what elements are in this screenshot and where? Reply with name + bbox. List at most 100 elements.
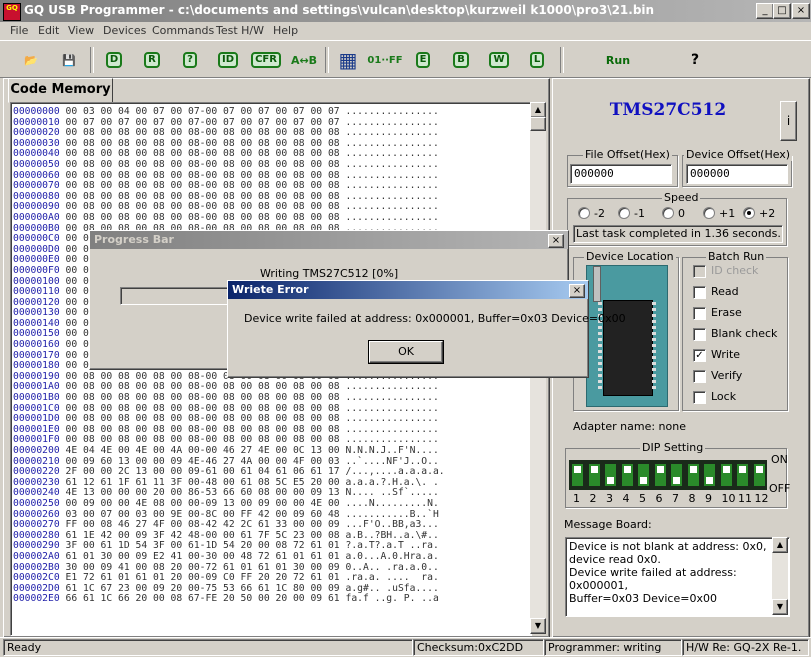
scroll-thumb[interactable] xyxy=(530,117,546,131)
blank-check-icon: ? xyxy=(183,52,197,68)
ab-button[interactable]: A↔B xyxy=(287,45,321,75)
speed-radio[interactable] xyxy=(618,207,630,219)
dip-switch[interactable] xyxy=(572,464,583,486)
hex-ascii: ................ xyxy=(345,434,439,446)
message-line: Buffer=0x03 Device=0x00 xyxy=(569,592,717,605)
hex-bytes: 00 08 00 08 00 08 00 08-00 08 00 08 00 0… xyxy=(65,180,340,192)
blank-button[interactable]: B xyxy=(444,45,478,75)
message-board[interactable]: Device is not blank at address: 0x0, devi… xyxy=(565,537,790,617)
speed-radio[interactable] xyxy=(743,207,755,219)
scroll-down-icon[interactable]: ▼ xyxy=(530,618,546,634)
hex-bytes: 00 08 00 08 00 08 00 08-00 08 00 08 00 0… xyxy=(65,137,340,149)
hex-address: 000001D0 xyxy=(13,413,60,425)
batch-label: Verify xyxy=(711,369,743,382)
hex-address: 00000280 xyxy=(13,529,60,541)
dip-switch[interactable] xyxy=(588,464,600,486)
device-button[interactable]: D xyxy=(97,45,131,75)
tab-code-memory[interactable]: Code Memory xyxy=(8,78,113,103)
fill-button[interactable]: 01··FF xyxy=(367,45,402,75)
hex-ascii: ................ xyxy=(345,381,439,393)
close-icon[interactable]: × xyxy=(548,234,564,248)
close-button[interactable]: × xyxy=(792,3,810,19)
speed-radio[interactable] xyxy=(662,207,674,219)
minimize-button[interactable]: _ xyxy=(756,3,774,19)
write-button[interactable]: W xyxy=(482,45,516,75)
dip-knob xyxy=(607,477,614,484)
menu-help[interactable]: Help xyxy=(273,24,298,37)
dip-switch[interactable] xyxy=(621,464,633,486)
dip-switch[interactable] xyxy=(737,464,748,486)
dip-switch[interactable] xyxy=(687,464,699,486)
info-button[interactable]: i xyxy=(780,101,797,141)
scroll-down-icon[interactable]: ▼ xyxy=(772,599,788,615)
run-button[interactable]: Run xyxy=(598,45,638,75)
batch-checkbox[interactable] xyxy=(693,265,706,278)
maximize-button[interactable]: □ xyxy=(773,3,791,19)
progress-text: Writing TMS27C512 [0%] xyxy=(260,267,399,280)
menu-test-hw[interactable]: Test H/W xyxy=(216,24,264,37)
blank-check-button[interactable]: ? xyxy=(173,45,207,75)
device-offset-input[interactable]: 000000 xyxy=(686,164,788,184)
batch-checkbox[interactable] xyxy=(693,328,706,341)
open-icon[interactable]: 📂 xyxy=(16,45,46,75)
menu-commands[interactable]: Commands xyxy=(152,24,214,37)
help-button[interactable]: ? xyxy=(680,45,710,75)
message-scrollbar[interactable]: ▲ ▼ xyxy=(772,537,788,615)
dip-switch[interactable] xyxy=(638,464,649,486)
dip-switch[interactable] xyxy=(671,464,682,486)
batch-checkbox[interactable] xyxy=(693,391,706,404)
batch-checkbox[interactable]: ✓ xyxy=(693,349,706,362)
hex-bytes: 4E 13 00 00 00 20 00 86-53 66 60 08 00 0… xyxy=(65,487,340,499)
hex-bytes: 00 08 00 08 00 08 00 08-00 08 00 08 00 0… xyxy=(65,201,340,213)
toolbar: 📂 💾 D R ? ID CFR A↔B ▦ 01··FF E B W L Ru… xyxy=(0,40,811,78)
save-icon[interactable]: 💾 xyxy=(54,45,84,75)
hex-ascii: ................ xyxy=(345,180,439,192)
hex-address: 00000140 xyxy=(13,317,60,329)
hex-bytes: 30 00 09 41 00 08 20 00-72 61 01 61 01 3… xyxy=(65,561,340,573)
error-dialog-titlebar: Wriete Error xyxy=(228,281,588,299)
dip-switch[interactable] xyxy=(704,464,715,486)
hex-ascii: ................ xyxy=(345,413,439,425)
close-icon[interactable]: × xyxy=(569,284,585,298)
batch-checkbox[interactable] xyxy=(693,307,706,320)
batch-checkbox[interactable] xyxy=(693,286,706,299)
hex-bytes: 61 1C 67 23 00 09 20 00-75 53 66 61 1C 8… xyxy=(65,582,340,594)
speed-radio[interactable] xyxy=(578,207,590,219)
ok-button[interactable]: OK xyxy=(368,340,444,364)
read-button[interactable]: R xyxy=(135,45,169,75)
hex-address: 00000080 xyxy=(13,190,60,202)
dip-knob xyxy=(623,466,631,473)
scroll-up-icon[interactable]: ▲ xyxy=(772,537,788,553)
id-button[interactable]: ID xyxy=(211,45,245,75)
dip-switch[interactable] xyxy=(720,464,732,486)
crc-button[interactable]: CFR xyxy=(249,45,283,75)
lock-button[interactable]: L xyxy=(520,45,554,75)
erase-button[interactable]: E xyxy=(406,45,440,75)
menu-devices[interactable]: Devices xyxy=(103,24,146,37)
keyboard-button[interactable]: ▦ xyxy=(332,45,364,75)
file-offset-input[interactable]: 000000 xyxy=(570,164,672,184)
dip-knob xyxy=(590,466,598,473)
menu-file[interactable]: File xyxy=(10,24,28,37)
dip-switch[interactable] xyxy=(654,464,666,486)
speed-option-label: 0 xyxy=(678,207,685,220)
erase-icon: E xyxy=(415,52,431,68)
hex-address: 00000070 xyxy=(13,180,60,192)
batch-label: Read xyxy=(711,285,739,298)
dip-knob xyxy=(574,466,581,473)
dip-switch[interactable] xyxy=(605,464,616,486)
hex-ascii: ................ xyxy=(345,116,439,128)
hex-ascii: /...,....a.a.a.a. xyxy=(345,466,445,478)
scroll-up-icon[interactable]: ▲ xyxy=(530,102,546,118)
blank-icon: B xyxy=(453,52,469,68)
dip-switch[interactable] xyxy=(753,464,765,486)
hex-ascii: ................ xyxy=(345,158,439,170)
menu-edit[interactable]: Edit xyxy=(38,24,59,37)
hex-address: 00000030 xyxy=(13,137,60,149)
speed-radio[interactable] xyxy=(703,207,715,219)
menu-view[interactable]: View xyxy=(68,24,94,37)
speed-option-label: -1 xyxy=(634,207,645,220)
hex-address: 00000290 xyxy=(13,540,60,552)
batch-checkbox[interactable] xyxy=(693,370,706,383)
hex-bytes: 00 08 00 08 00 08 00 08-00 08 00 08 00 0… xyxy=(65,381,340,393)
